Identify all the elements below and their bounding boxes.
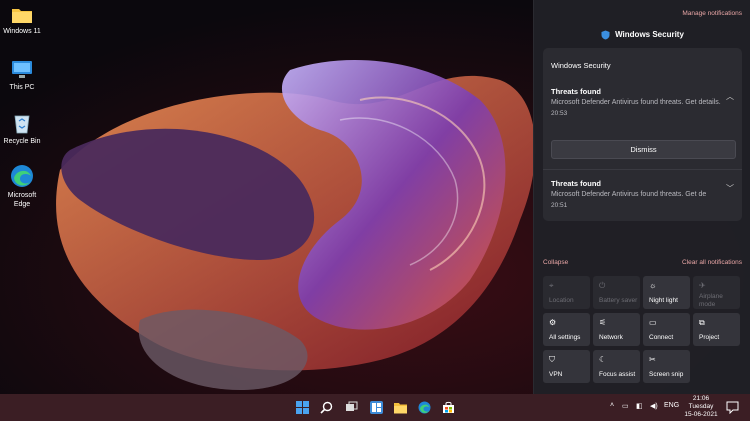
notification-app-name: Windows Security	[615, 30, 684, 40]
connect-icon: ▭	[649, 318, 657, 327]
quick-action-network[interactable]: ⚟ Network	[593, 313, 640, 346]
quick-action-project[interactable]: ⧉ Project	[693, 313, 740, 346]
language-indicator[interactable]: ENG	[664, 402, 679, 409]
clock-day: Tuesday	[688, 403, 714, 410]
search-icon[interactable]	[320, 401, 333, 414]
battery-saver-icon: ⏻	[599, 281, 606, 290]
quick-action-label: Connect	[649, 334, 674, 341]
project-icon: ⧉	[699, 318, 705, 327]
notification-item[interactable]: Threats found Microsoft Defender Antivir…	[551, 179, 727, 209]
notification-group: Windows Security Threats found Microsoft…	[543, 48, 742, 221]
quick-action-focus-assist[interactable]: ☾ Focus assist	[593, 350, 640, 383]
edge-icon	[11, 165, 33, 187]
quick-action-all-settings[interactable]: ⚙ All settings	[543, 313, 590, 346]
notification-center-icon[interactable]	[726, 401, 739, 414]
focus-assist-icon: ☾	[599, 355, 607, 364]
shield-icon	[601, 30, 610, 40]
night-light-icon: ☼	[649, 281, 657, 290]
notification-body: Microsoft Defender Antivirus found threa…	[551, 191, 707, 198]
file-explorer-icon[interactable]	[394, 401, 407, 414]
desktop-icon-this-pc[interactable]: This PC	[0, 60, 44, 92]
quick-action-battery-saver[interactable]: ⏻ Battery saver	[593, 276, 640, 309]
volume-icon[interactable]: ◀)	[650, 402, 658, 410]
store-icon[interactable]	[442, 401, 455, 414]
manage-notifications-link[interactable]: Manage notifications	[682, 10, 742, 17]
desktop-icon-microsoft-edge[interactable]: Microsoft Edge	[0, 164, 44, 209]
notification-body: Microsoft Defender Antivirus found threa…	[551, 99, 721, 106]
quick-action-night-light[interactable]: ☼ Night light	[643, 276, 690, 309]
battery-icon[interactable]: ▭	[622, 402, 629, 410]
desktop-icon-label: Microsoft Edge	[7, 192, 37, 208]
desktop-icon-label: Recycle Bin	[3, 138, 41, 145]
quick-action-label: Network	[599, 334, 623, 341]
network-icon[interactable]: ◧	[636, 402, 643, 410]
taskbar: ˄ ▭ ◧ ◀) ENG 21:06 Tuesday 15-06-2021	[0, 394, 750, 421]
action-center-panel: Manage notifications Windows Security Wi…	[533, 0, 750, 394]
edge-icon[interactable]	[418, 401, 431, 414]
clock-date: 15-06-2021	[684, 411, 718, 418]
notification-time: 20:53	[551, 110, 568, 117]
dismiss-button[interactable]: Dismiss	[551, 140, 736, 159]
widgets-icon[interactable]	[370, 401, 383, 414]
clock-time: 21:06	[692, 395, 710, 402]
desktop-icon-windows-11[interactable]: Windows 11	[0, 6, 44, 36]
gear-icon: ⚙	[549, 318, 557, 327]
chevron-up-icon[interactable]: ︿	[726, 91, 734, 102]
start-icon[interactable]	[296, 401, 309, 414]
network-icon: ⚟	[599, 318, 607, 327]
quick-action-label: Focus assist	[599, 371, 636, 378]
chevron-down-icon[interactable]: ﹀	[726, 183, 734, 194]
notification-item[interactable]: Threats found Microsoft Defender Antivir…	[551, 87, 731, 117]
task-view-icon[interactable]	[345, 401, 358, 414]
screen-snip-icon: ✂	[649, 355, 656, 364]
quick-action-label: Night light	[649, 297, 678, 304]
folder-icon	[12, 9, 32, 23]
notification-group-title: Windows Security	[551, 61, 611, 70]
quick-action-label: All settings	[549, 334, 581, 341]
notification-time: 20:51	[551, 202, 568, 209]
desktop-icon-recycle-bin[interactable]: Recycle Bin	[0, 112, 44, 146]
quick-action-vpn[interactable]: ⛉ VPN	[543, 350, 590, 383]
quick-action-label: VPN	[549, 371, 563, 378]
quick-action-label: Screen snip	[649, 371, 684, 378]
quick-action-airplane-mode[interactable]: ✈ Airplane mode	[693, 276, 740, 309]
desktop-icon-label: Windows 11	[3, 28, 41, 35]
notification-app-header: Windows Security	[534, 30, 750, 40]
quick-action-label: Airplane mode	[699, 293, 723, 308]
quick-action-label: Location	[549, 297, 574, 304]
vpn-icon: ⛉	[549, 355, 555, 364]
airplane-icon: ✈	[699, 281, 706, 290]
desktop-icon-label: This PC	[9, 84, 35, 91]
quick-action-connect[interactable]: ▭ Connect	[643, 313, 690, 346]
quick-action-screen-snip[interactable]: ✂ Screen snip	[643, 350, 690, 383]
collapse-link[interactable]: Collapse	[543, 259, 568, 266]
clear-all-notifications-link[interactable]: Clear all notifications	[682, 259, 742, 266]
notification-title: Threats found	[551, 179, 601, 188]
clock[interactable]: 21:06 Tuesday 15-06-2021	[683, 395, 719, 419]
recycle-bin-icon	[14, 115, 30, 134]
monitor-icon	[12, 61, 32, 78]
divider	[543, 169, 742, 170]
quick-action-location[interactable]: ⌖ Location	[543, 276, 590, 309]
quick-action-label: Battery saver	[599, 297, 638, 304]
quick-action-label: Project	[699, 334, 720, 341]
notification-title: Threats found	[551, 87, 601, 96]
location-icon: ⌖	[549, 281, 554, 290]
chevron-up-icon[interactable]: ˄	[610, 402, 614, 409]
